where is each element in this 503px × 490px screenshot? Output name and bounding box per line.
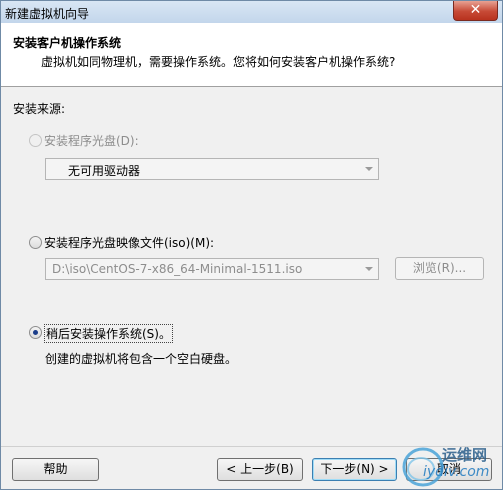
- disc-radio-label: 安装程序光盘(D):: [44, 134, 139, 148]
- iso-path-combobox[interactable]: D:\iso\CentOS-7-x86_64-Minimal-1511.iso: [45, 258, 379, 280]
- radio-selected-dot: [33, 330, 38, 335]
- iso-radio[interactable]: [29, 236, 42, 249]
- chevron-down-icon: [365, 267, 373, 271]
- page-title: 安装客户机操作系统: [13, 36, 122, 50]
- back-button[interactable]: < 上一步(B): [217, 458, 303, 481]
- install-later-radio-label: 稍后安装操作系统(S)。: [44, 324, 173, 343]
- window-title: 新建虚拟机向导: [5, 7, 90, 21]
- next-button[interactable]: 下一步(N) >: [312, 458, 397, 481]
- install-source-label: 安装来源:: [13, 102, 66, 116]
- page-subtitle: 虚拟机如同物理机，需要操作系统。您将如何安装客户机操作系统?: [41, 55, 396, 69]
- new-vm-wizard-window: 新建虚拟机向导 ✕ 安装客户机操作系统 虚拟机如同物理机，需要操作系统。您将如何…: [0, 0, 503, 490]
- install-later-description: 创建的虚拟机将包含一个空白硬盘。: [45, 352, 238, 366]
- chevron-down-icon: [365, 167, 373, 171]
- drive-select-value: 无可用驱动器: [68, 164, 141, 178]
- site-watermark-logo: 运维网 iydiv.com: [397, 441, 501, 489]
- disc-radio[interactable]: [29, 134, 42, 147]
- wizard-header: 安装客户机操作系统 虚拟机如同物理机，需要操作系统。您将如何安装客户机操作系统?: [1, 23, 502, 87]
- close-button[interactable]: ✕: [453, 1, 498, 21]
- help-button[interactable]: 帮助: [12, 458, 99, 481]
- drive-select[interactable]: 无可用驱动器: [45, 158, 379, 180]
- browse-button[interactable]: 浏览(R)...: [395, 257, 484, 280]
- watermark-text: 运维网: [442, 446, 488, 464]
- title-bar[interactable]: 新建虚拟机向导 ✕: [1, 1, 502, 23]
- install-later-radio[interactable]: [29, 326, 42, 339]
- iso-radio-label: 安装程序光盘映像文件(iso)(M):: [44, 236, 215, 250]
- iso-path-value: D:\iso\CentOS-7-x86_64-Minimal-1511.iso: [52, 262, 303, 276]
- watermark-site: iydiv.com: [423, 464, 490, 480]
